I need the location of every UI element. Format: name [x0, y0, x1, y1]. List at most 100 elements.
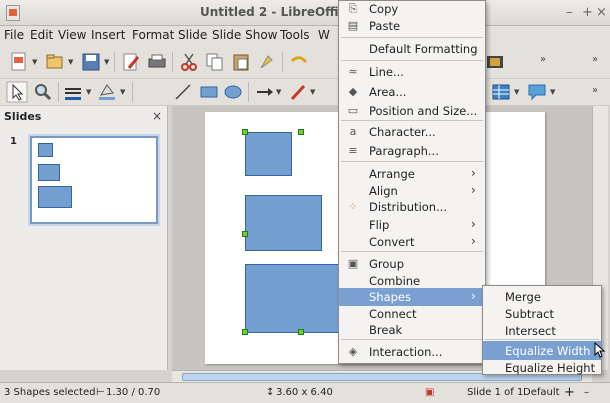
- copy-icon: ⎘: [348, 2, 358, 15]
- line-color-dropdown-icon[interactable]: ▼: [86, 88, 91, 96]
- menu-slide[interactable]: Slide: [178, 28, 207, 42]
- save-icon[interactable]: [80, 51, 102, 73]
- fill-color-dropdown-icon[interactable]: ▼: [120, 88, 125, 96]
- slides-pane-title: Slides: [4, 110, 42, 123]
- menu-item-distribution[interactable]: ⁘ Distribution...: [339, 197, 485, 217]
- edit-file-icon[interactable]: [120, 51, 142, 73]
- context-menu: ⎘ Copy ▤ Paste Default Formatting ≈ Line...…: [338, 0, 486, 364]
- zoom-out-icon[interactable]: –: [584, 387, 589, 398]
- thumb-shape-medium: [38, 164, 60, 181]
- menu-item-convert[interactable]: Convert ›: [339, 232, 485, 252]
- line-icon: ≈: [348, 65, 358, 78]
- toolbar-overflow-icon[interactable]: »: [540, 54, 546, 65]
- line-color-icon[interactable]: [62, 81, 84, 103]
- menu-item-area[interactable]: ◆ Area...: [339, 82, 485, 102]
- position-icon: ⊢: [96, 387, 105, 398]
- menu-item-line[interactable]: ≈ Line...: [339, 62, 485, 82]
- status-bar: 3 Shapes selected ⊢ 1.30 / 0.70 ↕ 3.60 x…: [0, 382, 610, 403]
- clone-formatting-icon[interactable]: [256, 51, 278, 73]
- document-modified-icon[interactable]: ▣: [425, 387, 434, 398]
- select-arrow-icon[interactable]: [6, 81, 28, 103]
- libreoffice-impress-icon: [6, 5, 20, 21]
- menu-item-default-formatting[interactable]: Default Formatting: [339, 39, 485, 59]
- toolbar2-overflow-icon[interactable]: »: [592, 85, 598, 96]
- templates-dropdown-icon[interactable]: ▼: [68, 58, 73, 66]
- window-title: Untitled 2 - LibreOffice: [200, 5, 354, 19]
- selection-handle[interactable]: [298, 129, 304, 135]
- print-icon[interactable]: [146, 51, 168, 73]
- menu-slide-show[interactable]: Slide Show: [212, 28, 277, 42]
- zoom-in-icon[interactable]: +: [564, 385, 575, 400]
- submenu-item-intersect[interactable]: Intersect: [483, 321, 601, 340]
- mouse-cursor-icon: [594, 342, 606, 358]
- submenu-arrow-icon: ›: [471, 289, 476, 303]
- menu-insert[interactable]: Insert: [91, 28, 125, 42]
- menu-file[interactable]: File: [4, 28, 24, 42]
- paste-icon: ▤: [347, 19, 359, 32]
- ellipse-tool-icon[interactable]: [222, 81, 244, 103]
- cut-icon[interactable]: [178, 51, 200, 73]
- submenu-item-equalize-height[interactable]: Equalize Height: [483, 358, 601, 377]
- slides-pane-close-icon[interactable]: ×: [152, 109, 162, 123]
- copy-icon[interactable]: [204, 51, 226, 73]
- templates-icon[interactable]: [44, 51, 66, 73]
- submenu-arrow-icon: ›: [471, 234, 476, 248]
- rectangle-tool-icon[interactable]: [198, 81, 220, 103]
- curve-tool-icon[interactable]: [288, 81, 310, 103]
- minimize-button[interactable]: –: [566, 5, 573, 20]
- table-dropdown-icon[interactable]: ▼: [514, 88, 519, 96]
- selection-handle[interactable]: [242, 129, 248, 135]
- position-size-icon: ▭: [347, 104, 359, 117]
- slide-thumbnail[interactable]: [30, 136, 158, 224]
- callout-icon[interactable]: [526, 81, 548, 103]
- paragraph-icon: ≡: [348, 144, 358, 157]
- menu-view[interactable]: View: [58, 28, 86, 42]
- menu-format[interactable]: Format: [132, 28, 174, 42]
- selection-status: 3 Shapes selected: [4, 387, 96, 398]
- standard-toolbar: ▼ ▼ ▼ » »: [0, 46, 610, 79]
- table-icon[interactable]: [490, 81, 512, 103]
- arrow-line-tool-icon[interactable]: [254, 81, 276, 103]
- menu-item-paste[interactable]: ▤ Paste: [339, 16, 485, 36]
- selection-handle[interactable]: [298, 329, 304, 335]
- submenu-arrow-icon: ›: [471, 166, 476, 180]
- selection-handle[interactable]: [242, 231, 248, 237]
- menu-item-break[interactable]: Break: [339, 320, 485, 340]
- new-document-icon[interactable]: [8, 51, 30, 73]
- save-dropdown-icon[interactable]: ▼: [104, 58, 109, 66]
- toolbar-overflow-icon-2[interactable]: »: [592, 54, 598, 65]
- undo-icon[interactable]: [288, 51, 310, 73]
- slides-pane: Slides × 1: [0, 106, 168, 370]
- zoom-icon[interactable]: [32, 81, 54, 103]
- menu-window[interactable]: W: [318, 28, 330, 42]
- close-button[interactable]: ×: [596, 5, 607, 20]
- menu-tools[interactable]: Tools: [280, 28, 310, 42]
- new-dropdown-icon[interactable]: ▼: [32, 58, 37, 66]
- size-icon: ↕: [266, 387, 275, 398]
- menu-item-paragraph[interactable]: ≡ Paragraph...: [339, 141, 485, 161]
- menu-edit[interactable]: Edit: [30, 28, 53, 42]
- movie-icon[interactable]: [484, 51, 506, 73]
- curve-dropdown-icon[interactable]: ▼: [310, 88, 315, 96]
- fill-color-icon[interactable]: [96, 81, 118, 103]
- title-bar: Untitled 2 - LibreOffice – + ×: [0, 0, 610, 26]
- shapes-submenu: Merge Subtract Intersect Equalize Width …: [482, 285, 602, 375]
- rectangle-shape-small[interactable]: [245, 132, 292, 176]
- callout-dropdown-icon[interactable]: ▼: [550, 88, 555, 96]
- menu-bar: File Edit View Insert Format Slide Slide…: [0, 26, 610, 46]
- slide-number: 1: [10, 136, 17, 147]
- line-tool-icon[interactable]: [172, 81, 194, 103]
- maximize-button[interactable]: +: [582, 5, 593, 20]
- thumb-shape-small: [38, 143, 53, 157]
- distribution-icon: ⁘: [348, 200, 358, 213]
- selection-handle[interactable]: [242, 329, 248, 335]
- menu-item-interaction[interactable]: ◈ Interaction...: [339, 342, 485, 362]
- character-icon: a: [349, 125, 357, 138]
- rectangle-shape-medium[interactable]: [245, 195, 322, 251]
- menu-item-position-size[interactable]: ▭ Position and Size...: [339, 101, 485, 121]
- arrow-dropdown-icon[interactable]: ▼: [276, 88, 281, 96]
- layout-status: Default: [523, 387, 560, 398]
- paste-icon[interactable]: [230, 51, 252, 73]
- area-icon: ◆: [348, 85, 358, 98]
- menu-item-character[interactable]: a Character...: [339, 122, 485, 142]
